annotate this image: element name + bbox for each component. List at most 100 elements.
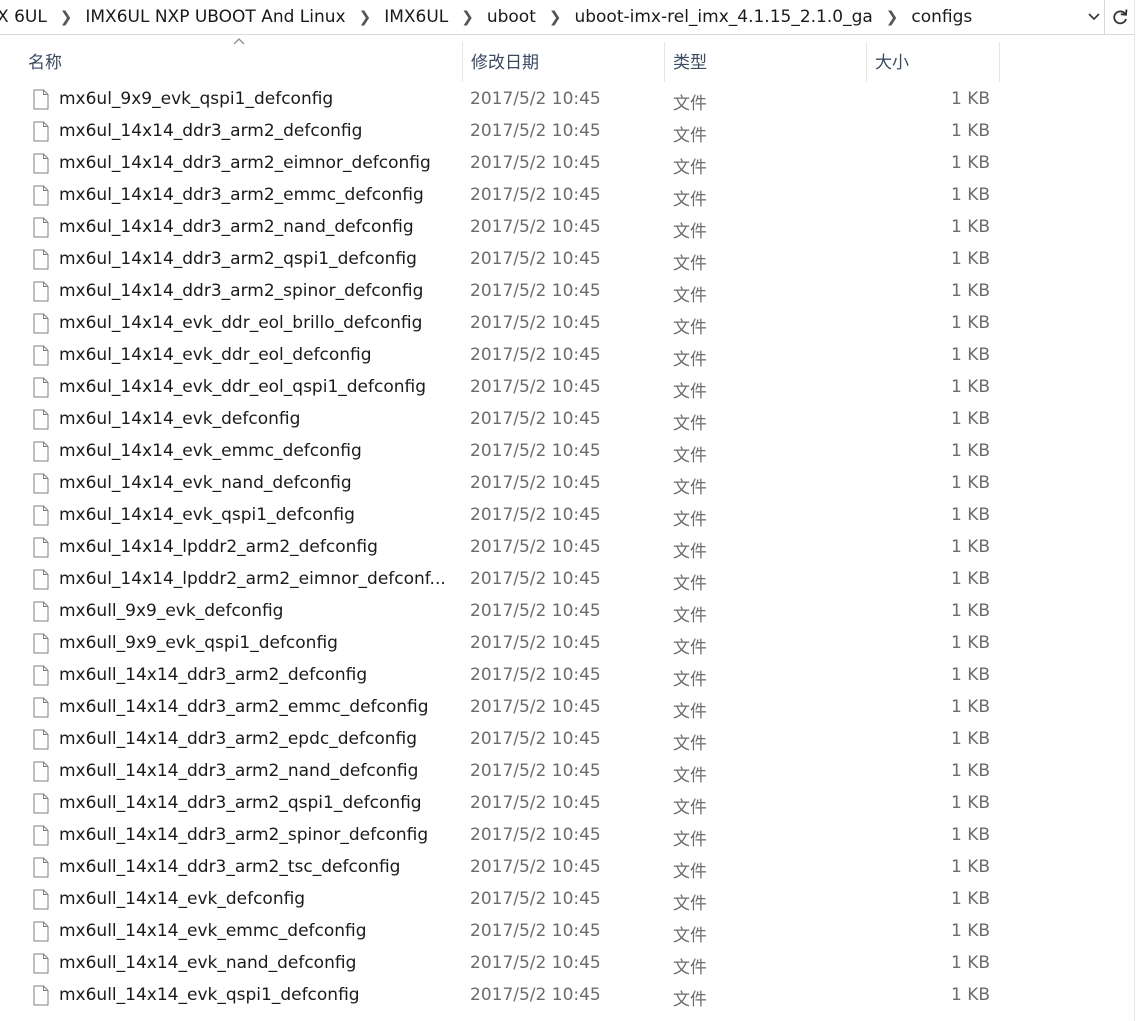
file-modified-date: 2017/5/2 10:45 [470,761,601,781]
file-modified-date: 2017/5/2 10:45 [470,633,601,653]
file-row[interactable]: mx6ull_9x9_evk_qspi1_defconfig 2017/5/2 1… [0,628,1134,660]
breadcrumb-separator-icon[interactable]: ❯ [454,8,481,26]
file-row[interactable]: mx6ul_14x14_evk_nand_defconfig 2017/5/2 1… [0,468,1134,500]
file-row[interactable]: mx6ull_9x9_evk_defconfig 2017/5/2 10:45 文件… [0,596,1134,628]
file-type: 文件 [673,830,707,850]
column-header-type[interactable]: 类型 [664,42,864,82]
file-type: 文件 [673,958,707,978]
file-row[interactable]: mx6ul_14x14_evk_qspi1_defconfig 2017/5/2 … [0,500,1134,532]
file-name: mx6ul_14x14_evk_emmc_defconfig [59,441,362,461]
file-size: 1 KB [950,121,990,141]
file-row[interactable]: mx6ull_14x14_ddr3_arm2_spinor_defconfig 2… [0,820,1134,852]
breadcrumb-item[interactable]: IX 6UL [0,7,53,27]
file-row[interactable]: mx6ul_14x14_ddr3_arm2_eimnor_defconfig 20… [0,148,1134,180]
breadcrumb-item[interactable]: IMX6UL [378,7,454,27]
file-type: 文件 [673,158,707,178]
file-row[interactable]: mx6ull_14x14_ddr3_arm2_nand_defconfig 201… [0,756,1134,788]
file-row[interactable]: mx6ul_14x14_evk_ddr_eol_brillo_defconfig… [0,308,1134,340]
file-row[interactable]: mx6ull_14x14_evk_qspi1_defconfig 2017/5/2… [0,980,1134,1012]
file-row[interactable]: mx6ul_14x14_evk_defconfig 2017/5/2 10:45 文… [0,404,1134,436]
file-modified-date: 2017/5/2 10:45 [470,313,601,333]
file-row[interactable]: mx6ul_14x14_evk_emmc_defconfig 2017/5/2 1… [0,436,1134,468]
file-name: mx6ull_14x14_evk_defconfig [59,889,306,909]
file-row[interactable]: mx6ul_14x14_ddr3_arm2_qspi1_defconfig 201… [0,244,1134,276]
file-row[interactable]: mx6ul_14x14_ddr3_arm2_emmc_defconfig 2017… [0,180,1134,212]
breadcrumb-separator-icon[interactable]: ❯ [879,8,906,26]
file-row[interactable]: mx6ul_14x14_ddr3_arm2_nand_defconfig 2017… [0,212,1134,244]
file-name: mx6ul_14x14_lpddr2_arm2_eimnor_defconf..… [59,569,446,589]
file-size: 1 KB [950,377,990,397]
file-name: mx6ul_14x14_ddr3_arm2_qspi1_defconfig [59,249,417,269]
file-icon [33,857,49,878]
file-name: mx6ull_14x14_ddr3_arm2_emmc_defconfig [59,697,429,717]
file-size: 1 KB [950,473,990,493]
file-modified-date: 2017/5/2 10:45 [470,473,601,493]
file-row[interactable]: mx6ul_14x14_ddr3_arm2_spinor_defconfig 20… [0,276,1134,308]
breadcrumb-item[interactable]: IMX6UL NXP UBOOT And Linux [79,7,351,27]
breadcrumb-item[interactable]: uboot-imx-rel_imx_4.1.15_2.1.0_ga [568,7,878,27]
file-row[interactable]: mx6ul_14x14_ddr3_arm2_defconfig 2017/5/2 … [0,116,1134,148]
file-icon [33,185,49,206]
file-type: 文件 [673,414,707,434]
file-icon [33,409,49,430]
file-row[interactable]: mx6ul_14x14_evk_ddr_eol_defconfig 2017/5/… [0,340,1134,372]
file-size: 1 KB [950,569,990,589]
file-icon [33,441,49,462]
file-size: 1 KB [950,409,990,429]
file-modified-date: 2017/5/2 10:45 [470,153,601,173]
column-header-date[interactable]: 修改日期 [462,42,662,82]
breadcrumb-item[interactable]: uboot [481,7,542,27]
file-name: mx6ull_14x14_ddr3_arm2_epdc_defconfig [59,729,417,749]
file-size: 1 KB [950,281,990,301]
file-icon [33,889,49,910]
file-list: mx6ul_9x9_evk_qspi1_defconfig 2017/5/2 10… [0,84,1134,1012]
file-row[interactable]: mx6ull_14x14_ddr3_arm2_emmc_defconfig 201… [0,692,1134,724]
file-row[interactable]: mx6ull_14x14_ddr3_arm2_tsc_defconfig 2017… [0,852,1134,884]
file-row[interactable]: mx6ul_14x14_lpddr2_arm2_defconfig 2017/5/… [0,532,1134,564]
file-row[interactable]: mx6ull_14x14_evk_emmc_defconfig 2017/5/2 … [0,916,1134,948]
file-size: 1 KB [950,921,990,941]
file-row[interactable]: mx6ul_14x14_evk_ddr_eol_qspi1_defconfig 2… [0,372,1134,404]
file-icon [33,377,49,398]
file-icon [33,953,49,974]
file-type: 文件 [673,222,707,242]
file-icon [33,153,49,174]
file-row[interactable]: mx6ull_14x14_ddr3_arm2_qspi1_defconfig 20… [0,788,1134,820]
file-name: mx6ull_9x9_evk_defconfig [59,601,284,621]
file-row[interactable]: mx6ull_14x14_evk_nand_defconfig 2017/5/2 … [0,948,1134,980]
file-row[interactable]: mx6ul_9x9_evk_qspi1_defconfig 2017/5/2 10… [0,84,1134,116]
breadcrumb-separator-icon[interactable]: ❯ [542,8,569,26]
breadcrumb-separator-icon[interactable]: ❯ [53,8,80,26]
file-icon [33,985,49,1006]
file-row[interactable]: mx6ul_14x14_lpddr2_arm2_eimnor_defconf..… [0,564,1134,596]
file-row[interactable]: mx6ull_14x14_ddr3_arm2_defconfig 2017/5/2… [0,660,1134,692]
address-history-dropdown[interactable] [1084,6,1104,28]
file-name: mx6ul_14x14_lpddr2_arm2_defconfig [59,537,378,557]
file-row[interactable]: mx6ull_14x14_evk_defconfig 2017/5/2 10:45… [0,884,1134,916]
file-name: mx6ull_14x14_ddr3_arm2_qspi1_defconfig [59,793,422,813]
file-name: mx6ull_14x14_ddr3_arm2_nand_defconfig [59,761,419,781]
pane-border [1134,0,1135,1021]
breadcrumb-separator-icon[interactable]: ❯ [352,8,379,26]
column-header-size[interactable]: 大小 [866,42,1000,82]
file-type: 文件 [673,318,707,338]
file-type: 文件 [673,734,707,754]
address-bar[interactable]: IX 6UL ❯ IMX6UL NXP UBOOT And Linux ❯ IM… [0,0,1104,35]
file-size: 1 KB [950,89,990,109]
file-icon [33,793,49,814]
file-type: 文件 [673,606,707,626]
file-name: mx6ul_9x9_evk_qspi1_defconfig [59,89,334,109]
file-icon [33,921,49,942]
column-header-name[interactable]: 名称 [20,42,460,82]
file-icon [33,601,49,622]
file-name: mx6ul_14x14_ddr3_arm2_spinor_defconfig [59,281,424,301]
file-modified-date: 2017/5/2 10:45 [470,409,601,429]
file-size: 1 KB [950,633,990,653]
file-type: 文件 [673,94,707,114]
file-modified-date: 2017/5/2 10:45 [470,921,601,941]
refresh-button[interactable] [1104,0,1135,35]
file-type: 文件 [673,126,707,146]
file-row[interactable]: mx6ull_14x14_ddr3_arm2_epdc_defconfig 201… [0,724,1134,756]
breadcrumb-item-current[interactable]: configs [905,7,978,27]
file-icon [33,473,49,494]
